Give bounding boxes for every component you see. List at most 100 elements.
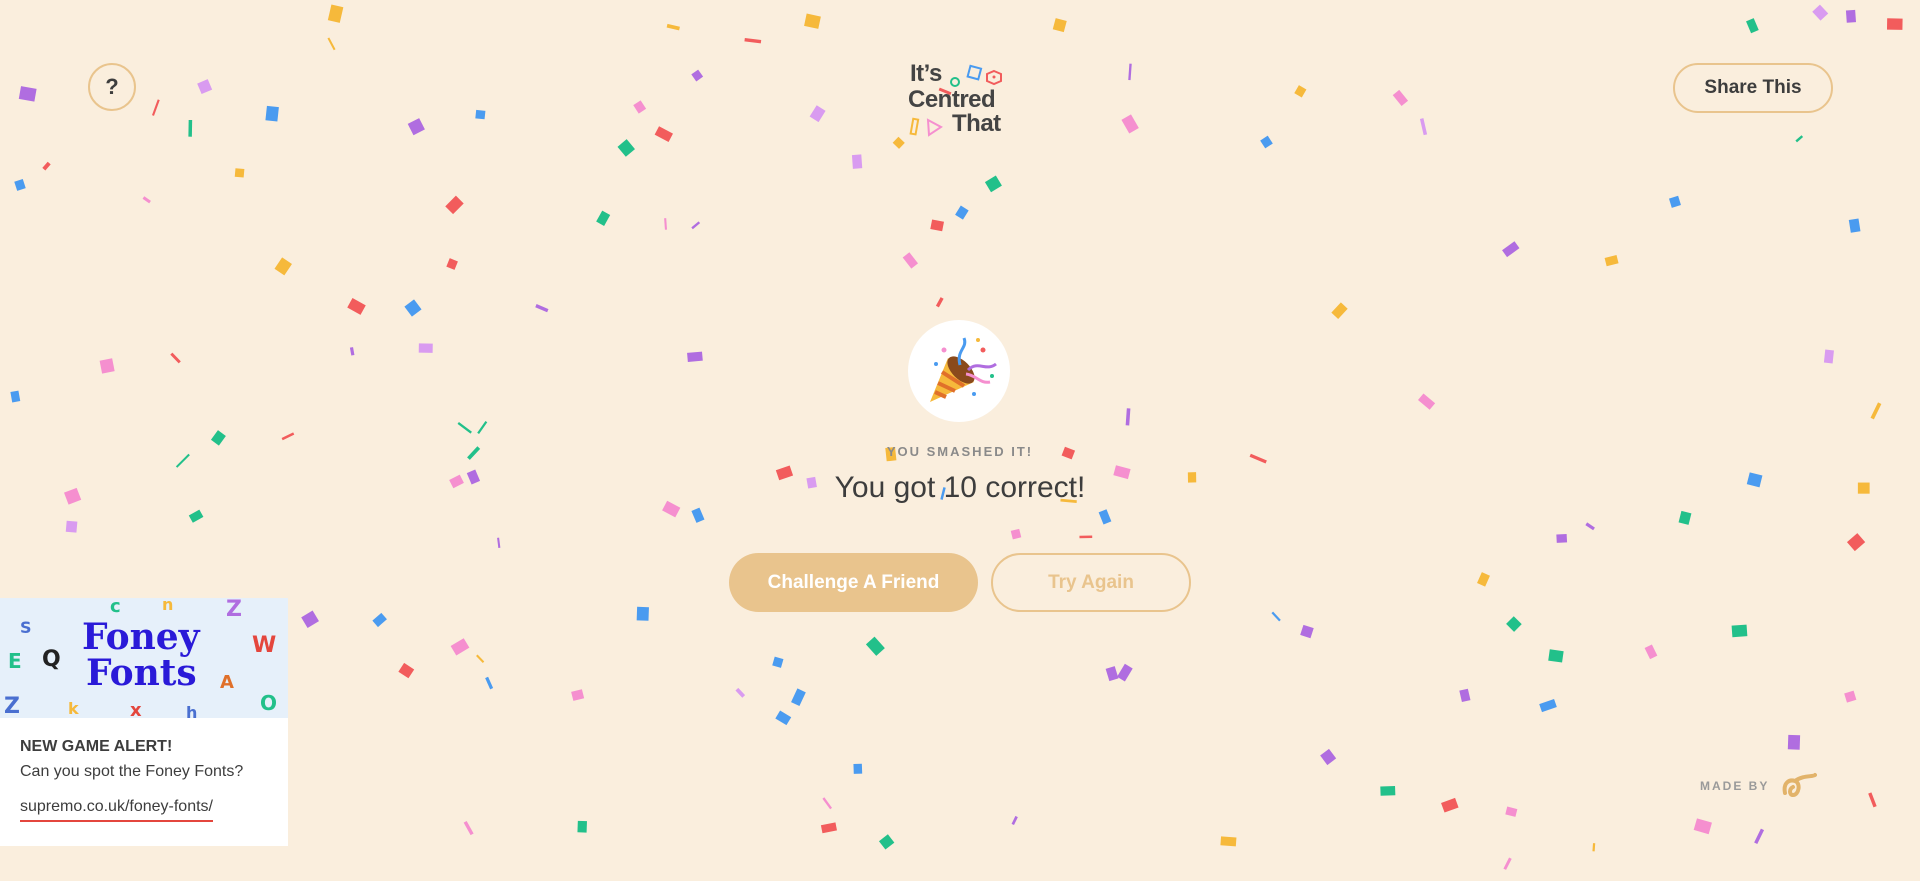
- confetti-piece: [463, 820, 474, 836]
- confetti-piece: [497, 537, 501, 548]
- confetti-piece: [1731, 624, 1748, 638]
- confetti-piece: [404, 299, 422, 317]
- challenge-friend-button[interactable]: Challenge A Friend: [729, 553, 978, 612]
- confetti-piece: [152, 99, 160, 116]
- promo-card[interactable]: S E Q c n Z W A Z k x h O Foney Fonts NE…: [0, 598, 288, 846]
- confetti-piece: [1418, 393, 1436, 410]
- confetti-piece: [1125, 408, 1131, 426]
- party-popper-icon: [930, 337, 997, 402]
- confetti-piece: [347, 298, 366, 315]
- confetti-piece: [666, 23, 680, 31]
- confetti-piece: [984, 175, 1002, 193]
- site-logo[interactable]: It’s Centred That: [908, 62, 1018, 140]
- confetti-piece: [1844, 690, 1857, 703]
- confetti-piece: [446, 258, 458, 270]
- confetti-piece: [467, 446, 481, 460]
- confetti-piece: [1392, 89, 1409, 107]
- svg-text:c: c: [110, 598, 121, 617]
- confetti-piece: [1592, 843, 1596, 852]
- promo-link[interactable]: supremo.co.uk/foney-fonts/: [20, 798, 213, 822]
- svg-text:n: n: [162, 598, 173, 614]
- confetti-piece: [477, 420, 488, 435]
- supremo-logo-icon: [1782, 773, 1818, 798]
- confetti-piece: [1220, 836, 1237, 847]
- confetti-piece: [274, 257, 292, 276]
- confetti-piece: [1539, 698, 1557, 713]
- confetti-piece: [1459, 688, 1471, 703]
- svg-text:A: A: [220, 672, 234, 693]
- confetti-piece: [1795, 135, 1804, 143]
- confetti-piece: [1886, 18, 1903, 30]
- confetti-piece: [892, 136, 905, 149]
- confetti-piece: [1011, 815, 1018, 826]
- svg-text:W: W: [252, 633, 276, 658]
- confetti-piece: [636, 606, 649, 621]
- confetti-piece: [476, 654, 485, 663]
- confetti-piece: [170, 352, 181, 364]
- svg-text:x: x: [130, 700, 142, 718]
- confetti-piece: [1754, 828, 1765, 844]
- confetti-piece: [1477, 572, 1490, 587]
- confetti-piece: [1503, 857, 1512, 870]
- confetti-piece: [1787, 734, 1801, 750]
- promo-banner: S E Q c n Z W A Z k x h O Foney Fonts: [0, 598, 288, 718]
- confetti-piece: [1441, 797, 1459, 813]
- party-popper-badge: [908, 320, 1010, 422]
- confetti-piece: [1506, 616, 1522, 632]
- result-eyebrow: YOU SMASHED IT!: [886, 444, 1034, 459]
- promo-text: Can you spot the Foney Fonts?: [20, 763, 244, 780]
- svg-text:h: h: [186, 703, 197, 718]
- confetti-piece: [64, 487, 82, 505]
- confetti-piece: [772, 656, 784, 668]
- confetti-piece: [349, 347, 355, 356]
- confetti-piece: [1823, 349, 1834, 364]
- confetti-piece: [820, 822, 837, 834]
- try-again-button[interactable]: Try Again: [991, 553, 1191, 612]
- confetti-piece: [596, 210, 611, 226]
- help-button[interactable]: ?: [88, 63, 136, 111]
- confetti-piece: [1693, 818, 1712, 835]
- confetti-piece: [1052, 18, 1067, 33]
- confetti-piece: [1604, 255, 1619, 267]
- confetti-piece: [1812, 4, 1829, 21]
- confetti-piece: [1548, 649, 1564, 663]
- confetti-piece: [188, 119, 193, 137]
- confetti-piece: [930, 219, 944, 232]
- confetti-piece: [851, 154, 863, 169]
- confetti-piece: [1128, 63, 1132, 81]
- score-text: You got 10 correct!: [834, 471, 1086, 504]
- confetti-piece: [466, 469, 481, 485]
- svg-text:Z: Z: [4, 694, 20, 718]
- share-button[interactable]: Share This: [1673, 63, 1833, 113]
- confetti-piece: [407, 118, 425, 136]
- confetti-piece: [175, 453, 190, 468]
- confetti-piece: [865, 636, 885, 656]
- confetti-piece: [775, 710, 792, 726]
- confetti-piece: [1678, 510, 1692, 525]
- confetti-piece: [234, 168, 245, 178]
- confetti-piece: [535, 304, 549, 313]
- confetti-piece: [457, 421, 472, 434]
- confetti-piece: [1300, 624, 1314, 639]
- confetti-piece: [142, 196, 151, 204]
- promo-banner-title-2: Fonts: [86, 652, 197, 694]
- confetti-piece: [654, 126, 673, 142]
- svg-text:Q: Q: [42, 647, 61, 672]
- confetti-piece: [691, 221, 701, 230]
- confetti-piece: [1846, 533, 1866, 552]
- confetti-piece: [822, 797, 833, 810]
- confetti-piece: [691, 69, 704, 82]
- confetti-piece: [1845, 9, 1857, 23]
- confetti-piece: [791, 688, 806, 707]
- confetti-piece: [1271, 611, 1281, 622]
- confetti-piece: [265, 105, 279, 122]
- svg-text:S: S: [20, 618, 32, 637]
- made-by[interactable]: MADE BY: [1700, 771, 1835, 801]
- game-screen: ? It’s Centred That Share This YOU SMASH…: [0, 0, 1920, 881]
- confetti-piece: [853, 763, 863, 774]
- svg-text:O: O: [260, 691, 277, 715]
- promo-banner-title-1: Foney: [82, 616, 200, 658]
- confetti-piece: [18, 86, 37, 102]
- confetti-piece: [955, 205, 969, 220]
- confetti-piece: [281, 432, 295, 441]
